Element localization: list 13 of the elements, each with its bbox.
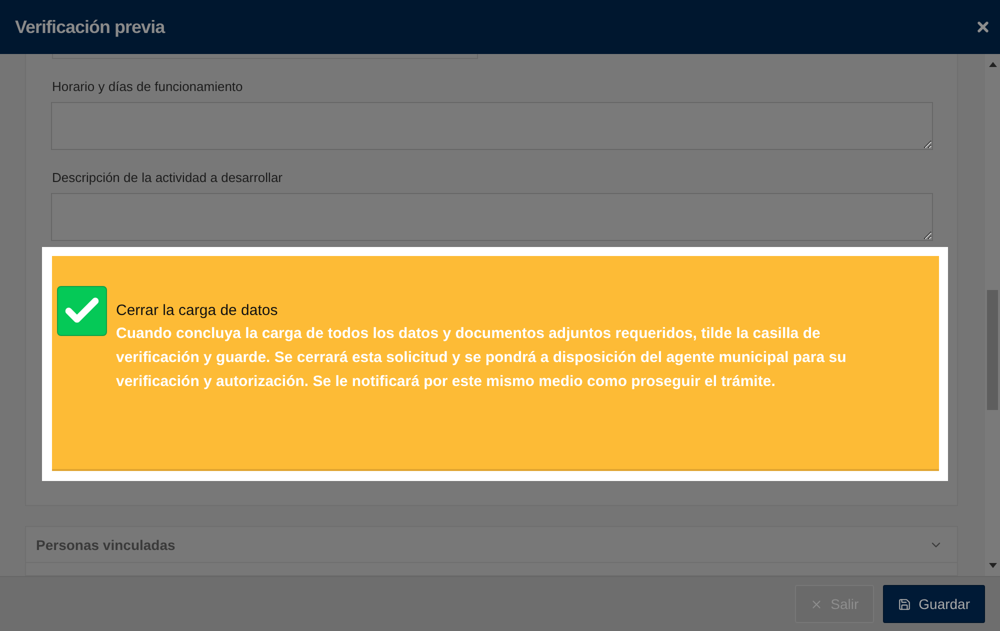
- section-title: Personas vinculadas: [36, 536, 176, 552]
- text-area[interactable]: [51, 102, 933, 150]
- checkbox[interactable]: [57, 286, 107, 336]
- text-area[interactable]: [51, 193, 933, 241]
- close-icon: [810, 598, 823, 610]
- window-title: Verificación previa: [15, 16, 165, 38]
- field-label: Horario y días de funcionamiento: [52, 79, 244, 94]
- field-label: Descripción de la actividad a desarrollar: [52, 170, 284, 185]
- close-button[interactable]: [975, 19, 991, 35]
- notice-title: Cerrar la carga de datos: [116, 302, 279, 319]
- input-field[interactable]: [52, 54, 478, 59]
- save-button[interactable]: Guardar: [882, 585, 985, 623]
- notice-text: Cuando concluya la carga de todos los datos y documentos adjuntos requeridos, tilde la casilla de verificación y guarde. Se cerrará esta solicitud y se pondrá a disposición del agente municipal para su verificación y autorización. Se le notificará por este mismo medio como proseguir el trámite.: [116, 324, 848, 392]
